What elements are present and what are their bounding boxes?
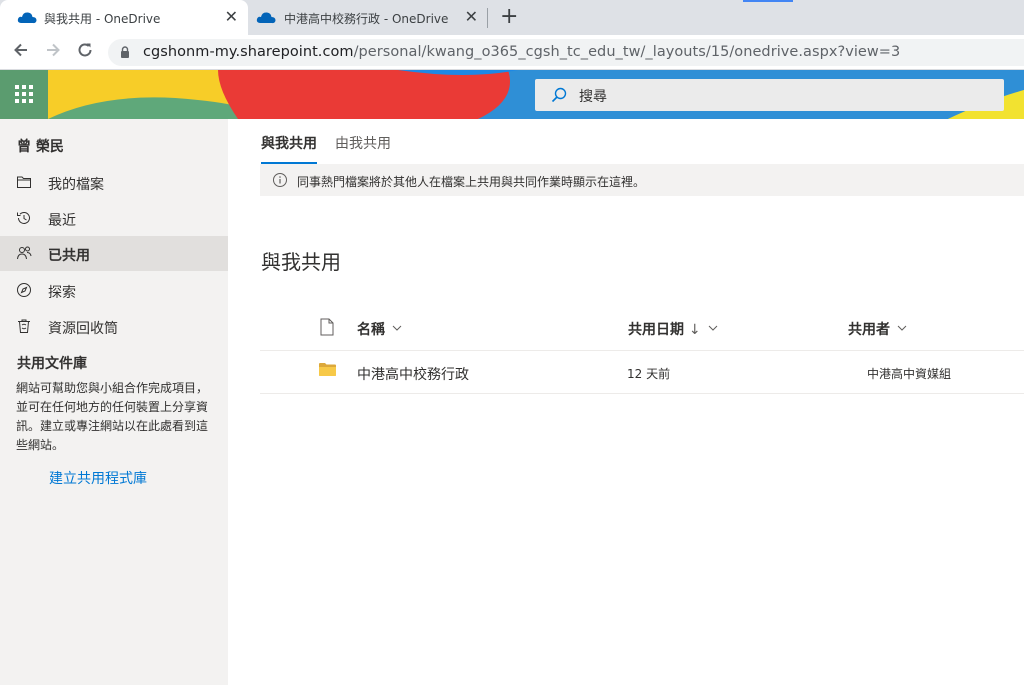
tab-close-icon[interactable]: ✕ [225,8,238,26]
column-header-label: 共用者 [848,322,890,338]
reload-icon[interactable] [76,41,94,59]
sidebar-item-recent[interactable]: 最近 [0,201,228,236]
row-name[interactable]: 中港高中校務行政 [357,364,469,384]
url-host: cgshonm-my.sharepoint.com [143,44,354,60]
create-shared-library-link[interactable]: 建立共用程式庫 [49,468,147,488]
waffle-icon [15,85,33,103]
url-text: cgshonm-my.sharepoint.com/personal/kwang… [143,44,900,60]
onedrive-cloud-icon [256,12,276,24]
sidebar-item-my-files[interactable]: 我的檔案 [0,165,228,200]
row-shared-by[interactable]: 中港高中資媒組 [867,365,951,382]
tab-title: 與我共用 - OneDrive [44,12,161,26]
tab-title: 中港高中校務行政 - OneDrive [284,12,449,26]
window-accent [743,0,793,2]
folder-icon [319,363,336,376]
app-launcher-button[interactable] [0,70,48,119]
shared-libraries-heading: 共用文件庫 [17,356,87,372]
info-message-text: 同事熱門檔案將於其他人在檔案上共用與共同作業時顯示在這裡。 [297,175,646,189]
sidebar-item-recycle-bin[interactable]: 資源回收筒 [0,309,228,344]
chevron-down-icon [708,325,717,331]
sidebar-item-label: 已共用 [48,248,90,264]
browser-tab-active[interactable]: 與我共用 - OneDrive ✕ [0,0,248,35]
sort-down-arrow-icon: ↓ [688,322,701,338]
new-tab-button[interactable]: + [500,5,518,29]
info-icon [273,173,287,187]
people-icon [17,246,32,260]
address-bar[interactable]: cgshonm-my.sharepoint.com/personal/kwang… [108,39,1024,66]
search-icon [551,87,567,103]
suite-header: 搜尋 [0,70,1024,119]
info-message-bar: 同事熱門檔案將於其他人在檔案上共用與共同作業時顯示在這裡。 [260,164,1024,196]
tab-separator [487,8,488,28]
browser-tab-inactive[interactable]: 中港高中校務行政 - OneDrive ✕ [248,0,488,35]
browser-tab-strip: 與我共用 - OneDrive ✕ 中港高中校務行政 - OneDrive ✕ … [0,0,1024,35]
sidebar-item-label: 最近 [48,213,76,229]
chevron-down-icon [897,325,907,331]
recycle-bin-icon [18,319,30,333]
column-header-label: 共用日期 [628,322,684,338]
chevron-down-icon [392,325,402,331]
history-icon [17,212,30,224]
compass-icon [17,283,31,297]
row-shared-date: 12 天前 [627,367,671,381]
lock-icon[interactable] [120,46,130,58]
folder-icon [17,176,31,188]
column-header-shared-by[interactable]: 共用者 [848,319,907,339]
sidebar-item-label: 探索 [48,285,76,301]
tab-close-icon[interactable]: ✕ [465,8,478,26]
tab-shared-with-me[interactable]: 與我共用 [261,133,317,164]
main-content: 與我共用 由我共用 同事熱門檔案將於其他人在檔案上共用與共同作業時顯示在這裡。 … [228,119,1024,685]
onedrive-cloud-icon [17,12,37,24]
column-header-shared-date[interactable]: 共用日期 ↓ [628,319,718,339]
sidebar-item-label: 資源回收筒 [48,321,118,337]
column-header-label: 名稱 [357,322,385,338]
user-name: 曾 榮民 [17,139,64,155]
forward-arrow-icon[interactable] [44,41,62,59]
left-navigation: 曾 榮民 我的檔案 最近 已共用 探索 資源回收筒 共用文件庫 網站可幫助您與小… [0,119,228,685]
browser-toolbar: cgshonm-my.sharepoint.com/personal/kwang… [0,35,1024,70]
tab-shared-by-me[interactable]: 由我共用 [335,133,391,153]
page-title: 與我共用 [261,250,341,274]
url-path: /personal/kwang_o365_cgsh_tc_edu_tw/_lay… [353,44,901,60]
file-type-icon[interactable] [320,318,334,336]
search-placeholder: 搜尋 [579,89,607,105]
shared-libraries-description: 網站可幫助您與小組合作完成項目，並可在任何地方的任何裝置上分享資訊。建立或專注網… [16,381,209,452]
sidebar-item-label: 我的檔案 [48,177,104,193]
sidebar-item-discover[interactable]: 探索 [0,273,228,308]
column-header-name[interactable]: 名稱 [357,319,402,339]
sidebar-item-shared[interactable]: 已共用 [0,236,228,271]
back-arrow-icon[interactable] [12,41,30,59]
search-input[interactable]: 搜尋 [535,79,1004,111]
table-row[interactable]: 中港高中校務行政 12 天前 中港高中資媒組 [260,351,1024,394]
